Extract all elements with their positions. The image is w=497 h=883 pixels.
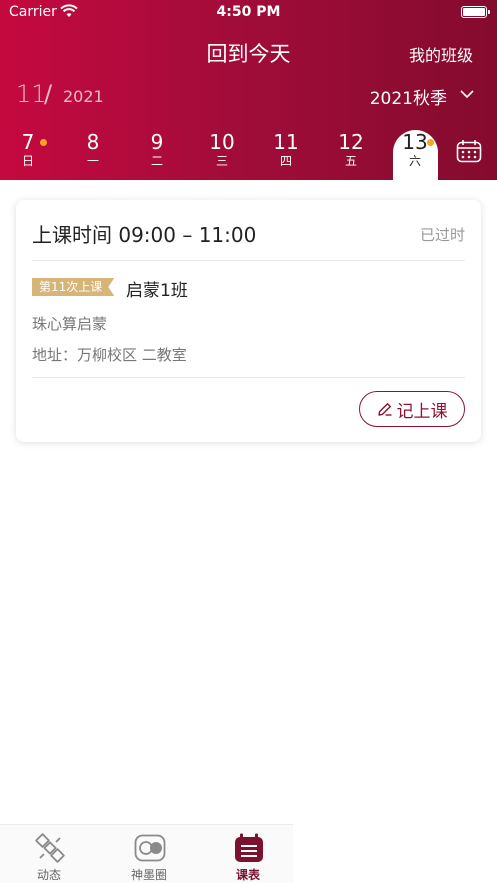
my-classes-button[interactable]: 我的班级 (409, 42, 473, 66)
tab-bar: 动态 神墨圈 课表 (0, 824, 293, 883)
lesson-card[interactable]: 上课时间 09:00 – 11:00 已过时 第11次上课 启蒙1班 珠心算启蒙… (16, 200, 481, 442)
status-bar: Carrier 4:50 PM (0, 0, 497, 26)
week-day-strip: 7 日 8 一 9 二 10 三 11 四 12 五 13 六 (0, 122, 497, 180)
day-7[interactable]: 7 日 (5, 130, 51, 168)
divider (32, 377, 465, 378)
divider (32, 260, 465, 261)
event-dot (427, 139, 434, 146)
tab-schedule[interactable]: 课表 (203, 825, 293, 883)
toggle-circle-icon (134, 834, 166, 862)
lesson-count-badge: 第11次上课 (32, 278, 114, 296)
status-time: 4:50 PM (216, 4, 281, 20)
tab-schedule-label: 课表 (235, 868, 260, 882)
course-name: 珠心算启蒙 (32, 315, 108, 333)
current-month: 11 (16, 80, 47, 108)
chevron-down-icon[interactable] (459, 87, 475, 101)
day-10[interactable]: 10 三 (199, 130, 245, 168)
tab-feed-label: 动态 (36, 868, 61, 882)
battery-icon (461, 6, 490, 18)
day-12[interactable]: 12 五 (328, 130, 374, 168)
day-8[interactable]: 8 一 (70, 130, 116, 168)
satellite-icon (35, 833, 65, 863)
tab-feed[interactable]: 动态 (4, 825, 94, 883)
day-13-selected[interactable]: 13 六 (392, 130, 438, 168)
record-lesson-label: 记上课 (396, 401, 448, 422)
record-lesson-button[interactable]: 记上课 (359, 391, 465, 427)
tab-circle-label: 神墨圈 (130, 868, 167, 882)
lesson-time: 上课时间 09:00 – 11:00 (32, 223, 257, 247)
day-9[interactable]: 9 二 (134, 130, 180, 168)
calendar-list-icon (235, 833, 263, 862)
calendar-icon[interactable] (456, 139, 482, 163)
class-name: 启蒙1班 (126, 281, 188, 301)
tab-circle[interactable]: 神墨圈 (104, 825, 194, 883)
season-selector[interactable]: 2021秋季 (370, 84, 447, 109)
event-dot (40, 139, 47, 146)
pencil-icon (377, 403, 391, 416)
current-year: 2021 (63, 87, 104, 106)
day-11[interactable]: 11 四 (263, 130, 309, 168)
lesson-status: 已过时 (419, 226, 465, 244)
lesson-address: 地址：万柳校区 二教室 (32, 346, 187, 364)
date-separator: / (44, 80, 53, 108)
